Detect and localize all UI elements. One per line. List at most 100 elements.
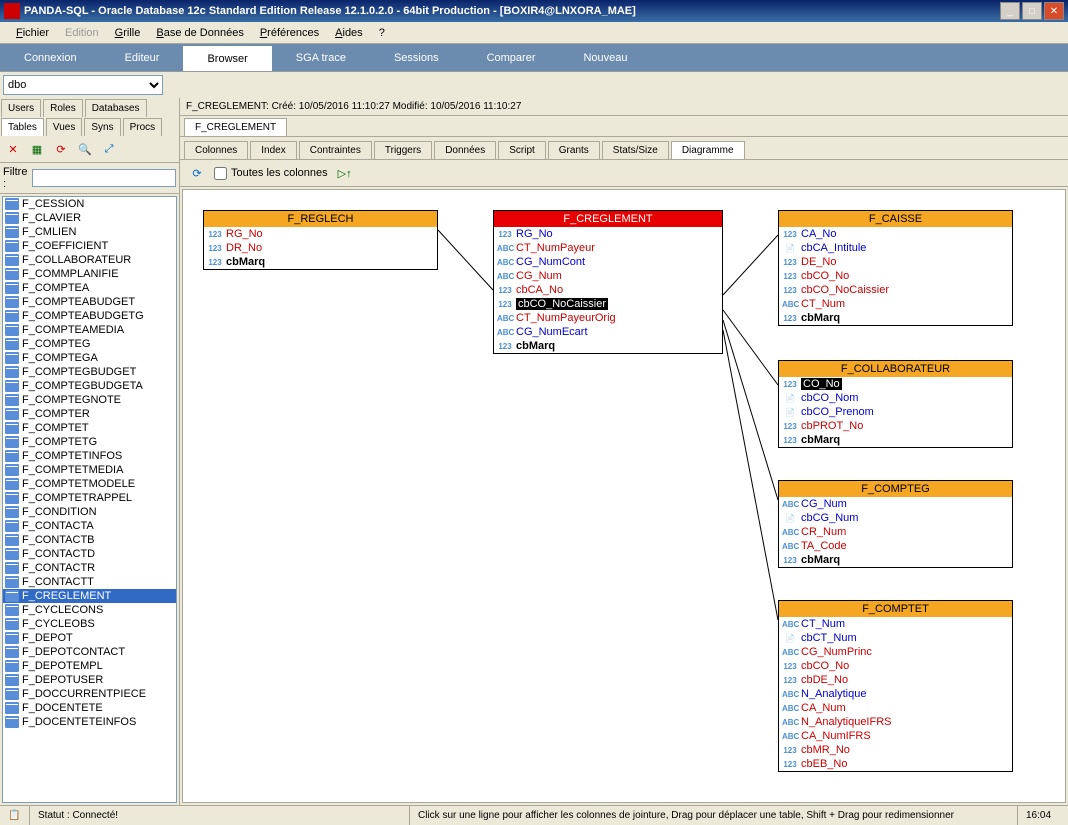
tree-item[interactable]: F_DEPOT bbox=[3, 631, 176, 645]
view-tab-triggers[interactable]: Triggers bbox=[374, 141, 432, 159]
menu-fichier[interactable]: Fichier bbox=[8, 25, 57, 41]
tree-item[interactable]: F_COMPTEGBUDGETA bbox=[3, 379, 176, 393]
column-row[interactable]: 123RG_No bbox=[494, 227, 722, 241]
tree-item[interactable]: F_COMPTEABUDGET bbox=[3, 295, 176, 309]
column-row[interactable]: 123cbCO_NoCaissier bbox=[494, 297, 722, 311]
view-tab-script[interactable]: Script bbox=[498, 141, 546, 159]
column-row[interactable]: 123cbMarq bbox=[779, 311, 1012, 325]
menu-help[interactable]: ? bbox=[371, 25, 393, 41]
search-icon[interactable]: 🔍 bbox=[76, 140, 94, 158]
column-row[interactable]: ABCTA_Code bbox=[779, 539, 1012, 553]
column-row[interactable]: 📄cbCT_Num bbox=[779, 631, 1012, 645]
toutes-colonnes-checkbox[interactable]: Toutes les colonnes bbox=[214, 167, 328, 180]
tree-item[interactable]: F_COMPTEGA bbox=[3, 351, 176, 365]
toutes-cols-input[interactable] bbox=[214, 167, 227, 180]
filtre-input[interactable] bbox=[32, 169, 176, 187]
view-tab-index[interactable]: Index bbox=[250, 141, 296, 159]
tree-item[interactable]: F_COLLABORATEUR bbox=[3, 253, 176, 267]
column-row[interactable]: 123DE_No bbox=[779, 255, 1012, 269]
expand-icon[interactable]: ⤢ bbox=[100, 140, 118, 158]
tree-item[interactable]: F_COMPTETMODELE bbox=[3, 477, 176, 491]
column-row[interactable]: ABCCT_Num bbox=[779, 297, 1012, 311]
table-comptet[interactable]: F_COMPTET ABCCT_Num📄cbCT_NumABCCG_NumPri… bbox=[778, 600, 1013, 772]
tab-connexion[interactable]: Connexion bbox=[0, 44, 101, 71]
tree-item[interactable]: F_COMPTETRAPPEL bbox=[3, 491, 176, 505]
tree-item[interactable]: F_COMPTEG bbox=[3, 337, 176, 351]
tree-item[interactable]: F_CMLIEN bbox=[3, 225, 176, 239]
column-row[interactable]: 123cbMarq bbox=[779, 433, 1012, 447]
view-tab-contraintes[interactable]: Contraintes bbox=[299, 141, 372, 159]
lefttab-syns[interactable]: Syns bbox=[84, 118, 120, 136]
view-tab-colonnes[interactable]: Colonnes bbox=[184, 141, 248, 159]
table-collaborateur[interactable]: F_COLLABORATEUR 123CO_No📄cbCO_Nom📄cbCO_P… bbox=[778, 360, 1013, 448]
column-row[interactable]: 📄cbCG_Num bbox=[779, 511, 1012, 525]
tree-item[interactable]: F_COMPTEA bbox=[3, 281, 176, 295]
calculator-icon[interactable]: ▦ bbox=[28, 140, 46, 158]
tree-item[interactable]: F_COMPTETMEDIA bbox=[3, 463, 176, 477]
diagram-area[interactable]: F_REGLECH 123RG_No123DR_No123cbMarq F_CR… bbox=[182, 189, 1066, 803]
tab-sgatrace[interactable]: SGA trace bbox=[272, 44, 370, 71]
table-caisse[interactable]: F_CAISSE 123CA_No📄cbCA_Intitule123DE_No1… bbox=[778, 210, 1013, 326]
refresh-diagram-icon[interactable]: ⟳ bbox=[188, 164, 206, 182]
menu-grille[interactable]: Grille bbox=[107, 25, 149, 41]
lefttab-vues[interactable]: Vues bbox=[46, 118, 82, 136]
refresh-icon[interactable]: ⟳ bbox=[52, 140, 70, 158]
column-row[interactable]: ABCCA_NumIFRS bbox=[779, 729, 1012, 743]
tree-item[interactable]: F_CESSION bbox=[3, 197, 176, 211]
tree-item[interactable]: F_COMPTEABUDGETG bbox=[3, 309, 176, 323]
column-row[interactable]: ABCCT_NumPayeur bbox=[494, 241, 722, 255]
tree-item[interactable]: F_CONTACTR bbox=[3, 561, 176, 575]
delete-icon[interactable]: ✕ bbox=[4, 140, 22, 158]
column-row[interactable]: 123cbCO_NoCaissier bbox=[779, 283, 1012, 297]
column-row[interactable]: 123cbDE_No bbox=[779, 673, 1012, 687]
column-row[interactable]: ABCCT_NumPayeurOrig bbox=[494, 311, 722, 325]
tree-item[interactable]: F_COMPTETINFOS bbox=[3, 449, 176, 463]
tree-item[interactable]: F_CONTACTD bbox=[3, 547, 176, 561]
column-row[interactable]: ABCN_AnalytiqueIFRS bbox=[779, 715, 1012, 729]
tree-item[interactable]: F_CREGLEMENT bbox=[3, 589, 176, 603]
column-row[interactable]: 📄cbCA_Intitule bbox=[779, 241, 1012, 255]
db-select[interactable]: dbo bbox=[3, 75, 163, 95]
column-row[interactable]: 123cbEB_No bbox=[779, 757, 1012, 771]
tree-item[interactable]: F_CYCLECONS bbox=[3, 603, 176, 617]
view-tab-stats/size[interactable]: Stats/Size bbox=[602, 141, 669, 159]
lefttab-users[interactable]: Users bbox=[1, 99, 41, 117]
tree-item[interactable]: F_COMPTEGBUDGET bbox=[3, 365, 176, 379]
column-row[interactable]: ABCCG_Num bbox=[494, 269, 722, 283]
column-row[interactable]: 123cbCA_No bbox=[494, 283, 722, 297]
column-row[interactable]: 123cbMarq bbox=[204, 255, 437, 269]
lefttab-procs[interactable]: Procs bbox=[123, 118, 163, 136]
tree-item[interactable]: F_CONTACTT bbox=[3, 575, 176, 589]
column-row[interactable]: 123CA_No bbox=[779, 227, 1012, 241]
table-creglement[interactable]: F_CREGLEMENT 123RG_NoABCCT_NumPayeurABCC… bbox=[493, 210, 723, 354]
minimize-button[interactable]: _ bbox=[1000, 2, 1020, 20]
doc-tab[interactable]: F_CREGLEMENT bbox=[184, 118, 287, 136]
tree-item[interactable]: F_CYCLEOBS bbox=[3, 617, 176, 631]
column-row[interactable]: 123RG_No bbox=[204, 227, 437, 241]
tab-browser[interactable]: Browser bbox=[183, 44, 271, 71]
tree-item[interactable]: F_COMMPLANIFIE bbox=[3, 267, 176, 281]
column-row[interactable]: ABCCT_Num bbox=[779, 617, 1012, 631]
column-row[interactable]: ABCCG_Num bbox=[779, 497, 1012, 511]
tab-sessions[interactable]: Sessions bbox=[370, 44, 463, 71]
tree-item[interactable]: F_CONTACTB bbox=[3, 533, 176, 547]
sort-icon[interactable]: ▷↑ bbox=[336, 164, 354, 182]
tree-item[interactable]: F_COMPTET bbox=[3, 421, 176, 435]
tree-item[interactable]: F_CLAVIER bbox=[3, 211, 176, 225]
tab-editeur[interactable]: Editeur bbox=[101, 44, 184, 71]
column-row[interactable]: 123CO_No bbox=[779, 377, 1012, 391]
lefttab-roles[interactable]: Roles bbox=[43, 99, 83, 117]
menu-aides[interactable]: Aides bbox=[327, 25, 371, 41]
tab-nouveau[interactable]: Nouveau bbox=[559, 44, 651, 71]
view-tab-grants[interactable]: Grants bbox=[548, 141, 600, 159]
column-row[interactable]: ABCN_Analytique bbox=[779, 687, 1012, 701]
lefttab-databases[interactable]: Databases bbox=[85, 99, 147, 117]
column-row[interactable]: 123DR_No bbox=[204, 241, 437, 255]
tree-list[interactable]: F_CESSIONF_CLAVIERF_CMLIENF_COEFFICIENTF… bbox=[2, 196, 177, 803]
menu-prefs[interactable]: Préférences bbox=[252, 25, 327, 41]
tree-item[interactable]: F_DOCCURRENTPIECE bbox=[3, 687, 176, 701]
column-row[interactable]: 123cbMR_No bbox=[779, 743, 1012, 757]
tree-item[interactable]: F_COMPTEGNOTE bbox=[3, 393, 176, 407]
column-row[interactable]: 123cbCO_No bbox=[779, 659, 1012, 673]
column-row[interactable]: 123cbPROT_No bbox=[779, 419, 1012, 433]
